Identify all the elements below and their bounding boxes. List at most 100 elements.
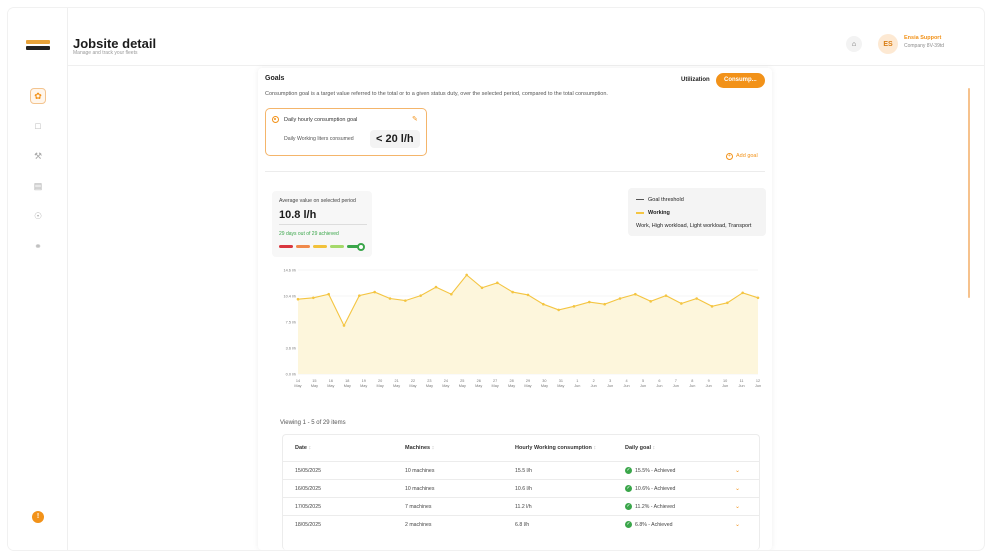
x-tick-day: 10 — [723, 379, 727, 383]
divider — [265, 171, 765, 172]
row-consumption: 6.8 l/h — [515, 522, 530, 528]
x-tick-day: 25 — [460, 379, 464, 383]
help-icon[interactable]: ! — [32, 511, 44, 523]
x-tick-day: 30 — [542, 379, 546, 383]
consumption-chart: 14.6 l/h10.4 l/h7.5 l/h3.6 l/h0.0 l/h14M… — [284, 269, 762, 389]
x-tick-month: May — [475, 384, 482, 388]
scale-segment-red — [279, 245, 293, 248]
sidebar: ✿ □ ⚒ ▤ ☉ ⚭ ! — [8, 8, 68, 550]
chevron-down-icon[interactable]: ⌄ — [735, 467, 740, 474]
chevron-down-icon[interactable]: ⌄ — [735, 521, 740, 528]
data-point — [557, 308, 560, 312]
table-row[interactable]: 16/05/2025 10 machines 10.6 l/h ✓ 10.6% … — [283, 479, 759, 497]
scale-segment-lightgreen — [330, 245, 344, 248]
data-point — [664, 294, 668, 297]
col-machines[interactable]: Machines ↕ — [405, 445, 434, 451]
x-tick-month: May — [393, 384, 400, 388]
x-tick-month: Jun — [722, 384, 728, 388]
x-tick-month: May — [360, 384, 367, 388]
x-tick-month: May — [557, 384, 564, 388]
nav-headset-icon[interactable]: ⚭ — [30, 238, 46, 254]
average-summary: Average value on selected period 10.8 l/… — [272, 191, 372, 257]
table-row[interactable]: 15/05/2025 10 machines 15.5 l/h ✓ 15.5% … — [283, 461, 759, 479]
x-tick-day: 26 — [477, 379, 481, 383]
x-tick-month: Jun — [689, 384, 695, 388]
x-tick-day: 15 — [312, 379, 316, 383]
x-tick-day: 27 — [493, 379, 497, 383]
x-tick-month: Jun — [640, 384, 646, 388]
x-tick-month: Jun — [706, 384, 712, 388]
data-point — [603, 302, 606, 306]
scale-segment-yellow — [313, 245, 327, 248]
tab-consumption[interactable]: Consump... — [716, 73, 765, 88]
data-point — [373, 290, 376, 294]
x-tick-month: May — [409, 384, 416, 388]
col-consumption-label: Hourly Working consumption — [515, 445, 592, 451]
nav-leaf-icon[interactable]: ✿ — [30, 88, 46, 104]
data-point — [496, 281, 499, 285]
col-date[interactable]: Date ↕ — [295, 445, 311, 451]
goal-card[interactable]: Daily hourly consumption goal ✎ Daily Wo… — [265, 108, 427, 156]
col-date-label: Date — [295, 445, 307, 451]
scale-indicator — [357, 242, 365, 251]
x-tick-day: 21 — [394, 379, 398, 383]
data-point — [588, 300, 591, 304]
data-point — [695, 297, 698, 300]
x-tick-month: Jun — [739, 384, 745, 388]
goals-panel: Goals Consumption goal is a target value… — [258, 68, 772, 550]
x-tick-day: 16 — [329, 379, 333, 383]
data-point — [480, 286, 484, 290]
avatar[interactable]: ES — [878, 34, 898, 54]
row-machines: 10 machines — [405, 486, 435, 492]
data-point — [756, 296, 760, 300]
x-tick-month: Jun — [673, 384, 679, 388]
nav-calendar-icon[interactable]: □ — [30, 118, 46, 134]
row-date: 16/05/2025 — [295, 486, 321, 492]
x-tick-month: May — [294, 384, 301, 388]
col-consumption[interactable]: Hourly Working consumption ↕ — [515, 445, 596, 451]
days-achieved: 29 days out of 29 achieved — [279, 231, 339, 237]
average-label: Average value on selected period — [279, 198, 356, 204]
scrollbar[interactable] — [968, 88, 970, 298]
row-machines: 2 machines — [405, 522, 432, 528]
col-daily-goal[interactable]: Daily goal ↕ — [625, 445, 655, 451]
x-tick-day: 29 — [526, 379, 530, 383]
x-tick-day: 8 — [691, 379, 693, 383]
legend-working: Working — [636, 210, 670, 216]
data-point — [388, 297, 392, 300]
home-icon[interactable]: ⌂ — [846, 36, 862, 52]
table-row[interactable]: 18/05/2025 2 machines 6.8 l/h ✓ 6.8% - A… — [283, 515, 759, 533]
nav-wrench-icon[interactable]: ⚒ — [30, 148, 46, 164]
data-point — [741, 291, 744, 295]
data-point — [726, 301, 729, 305]
x-tick-day: 22 — [411, 379, 415, 383]
row-date: 17/05/2025 — [295, 504, 321, 510]
legend-working-label: Working — [648, 210, 670, 216]
summary-divider — [279, 224, 367, 225]
check-circle-icon: ✓ — [625, 521, 632, 528]
col-machines-label: Machines — [405, 445, 431, 451]
data-point — [649, 300, 652, 303]
chevron-down-icon[interactable]: ⌄ — [735, 503, 740, 510]
chevron-down-icon[interactable]: ⌄ — [735, 485, 740, 492]
data-point — [618, 297, 622, 300]
edit-pencil-icon[interactable]: ✎ — [412, 115, 418, 123]
sort-icon: ↕ — [593, 445, 597, 451]
data-point — [312, 296, 315, 300]
legend-threshold: Goal threshold — [636, 197, 684, 203]
threshold-line-icon — [636, 199, 644, 201]
check-circle-icon: ✓ — [625, 467, 632, 474]
nav-list-icon[interactable]: ▤ — [30, 178, 46, 194]
tab-utilization[interactable]: Utilization — [681, 77, 710, 83]
x-tick-day: 12 — [756, 379, 760, 383]
x-tick-month: Jun — [755, 384, 761, 388]
goal-radio[interactable] — [272, 116, 279, 123]
add-goal-button[interactable]: + Add goal — [726, 153, 758, 160]
table-row[interactable]: 17/05/2025 7 machines 11.2 l/h ✓ 11.2% -… — [283, 497, 759, 515]
goal-card-title: Daily hourly consumption goal — [284, 117, 358, 123]
x-tick-day: 9 — [708, 379, 710, 383]
x-tick-day: 3 — [609, 379, 611, 383]
goals-description: Consumption goal is a target value refer… — [265, 91, 608, 97]
nav-person-icon[interactable]: ☉ — [30, 208, 46, 224]
row-goal: 6.8% - Achieved — [635, 522, 673, 528]
